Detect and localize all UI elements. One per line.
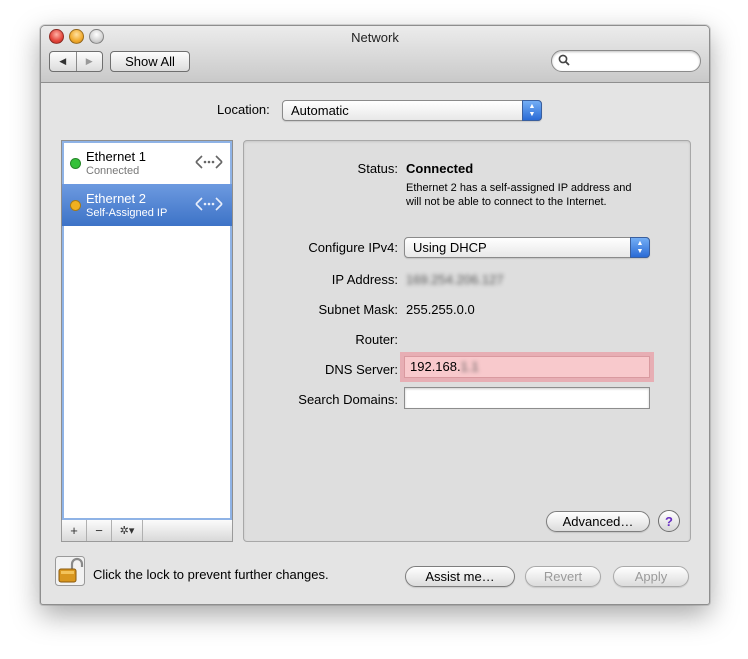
details-panel: Status: Connected Ethernet 2 has a self-… — [243, 140, 691, 542]
popup-arrows-icon: ▲ ▼ — [630, 237, 650, 258]
search-domains-label: Search Domains: — [298, 392, 398, 407]
router-label: Router: — [355, 332, 398, 347]
search-icon — [558, 54, 570, 69]
service-list[interactable]: Ethernet 1 Connected Ethernet 2 Self-Ass… — [61, 140, 233, 521]
service-status: Self-Assigned IP — [86, 207, 168, 219]
assist-me-button[interactable]: Assist me… — [405, 566, 515, 587]
service-status: Connected — [86, 165, 140, 177]
status-description: Ethernet 2 has a self-assigned IP addres… — [406, 182, 632, 208]
subnet-mask-value: 255.255.0.0 — [406, 302, 475, 317]
ip-address-label: IP Address: — [331, 272, 398, 287]
status-dot-yellow-icon — [70, 200, 81, 211]
add-service-button[interactable]: + — [62, 520, 87, 541]
apply-button[interactable]: Apply — [613, 566, 689, 587]
dns-server-value-visible: 192.168. — [410, 359, 461, 374]
lock-message: Click the lock to prevent further change… — [93, 567, 329, 582]
status-dot-green-icon — [70, 158, 81, 169]
subnet-mask-label: Subnet Mask: — [318, 302, 399, 317]
status-label: Status: — [357, 161, 398, 176]
titlebar: Network ◀ ▶ Show All — [41, 26, 709, 83]
forward-arrow-icon[interactable]: ▶ — [77, 52, 103, 71]
network-preferences-window: Network ◀ ▶ Show All Location: Automatic… — [40, 25, 710, 605]
service-name: Ethernet 1 — [86, 149, 146, 164]
configure-ipv4-value: Using DHCP — [413, 240, 487, 255]
window-title: Network — [351, 30, 399, 45]
service-list-toolbar: + − ✲▾ — [61, 520, 233, 542]
show-all-button[interactable]: Show All — [110, 51, 190, 72]
lock-icon[interactable] — [55, 556, 85, 586]
location-label: Location: — [217, 102, 270, 117]
ip-address-value: 169.254.206.127 — [406, 272, 504, 287]
dns-server-value: 192.168.1.1 — [410, 359, 479, 374]
dns-server-label: DNS Server: — [325, 362, 398, 377]
help-button[interactable]: ? — [658, 510, 680, 532]
configure-ipv4-label: Configure IPv4: — [308, 240, 398, 255]
advanced-button[interactable]: Advanced… — [546, 511, 650, 532]
location-value: Automatic — [291, 103, 349, 118]
configure-ipv4-popup[interactable]: Using DHCP ▲ ▼ — [404, 237, 650, 258]
dns-server-field[interactable]: 192.168.1.1 — [404, 356, 650, 378]
dns-server-value-blurred: 1.1 — [460, 359, 479, 374]
ethernet-icon — [195, 197, 223, 211]
service-name: Ethernet 2 — [86, 191, 146, 206]
remove-service-button[interactable]: − — [87, 520, 112, 541]
gear-action-menu-icon[interactable]: ✲▾ — [112, 520, 143, 541]
back-forward-control: ◀ ▶ — [49, 51, 103, 72]
revert-button[interactable]: Revert — [525, 566, 601, 587]
status-value: Connected — [406, 161, 474, 176]
search-field[interactable] — [551, 50, 701, 72]
search-domains-field[interactable] — [404, 387, 650, 409]
service-item-ethernet-1[interactable]: Ethernet 1 Connected — [62, 142, 232, 184]
location-popup[interactable]: Automatic ▲ ▼ — [282, 100, 542, 121]
service-item-ethernet-2[interactable]: Ethernet 2 Self-Assigned IP — [62, 184, 232, 226]
back-arrow-icon[interactable]: ◀ — [50, 52, 77, 71]
popup-arrows-icon: ▲ ▼ — [522, 100, 542, 121]
